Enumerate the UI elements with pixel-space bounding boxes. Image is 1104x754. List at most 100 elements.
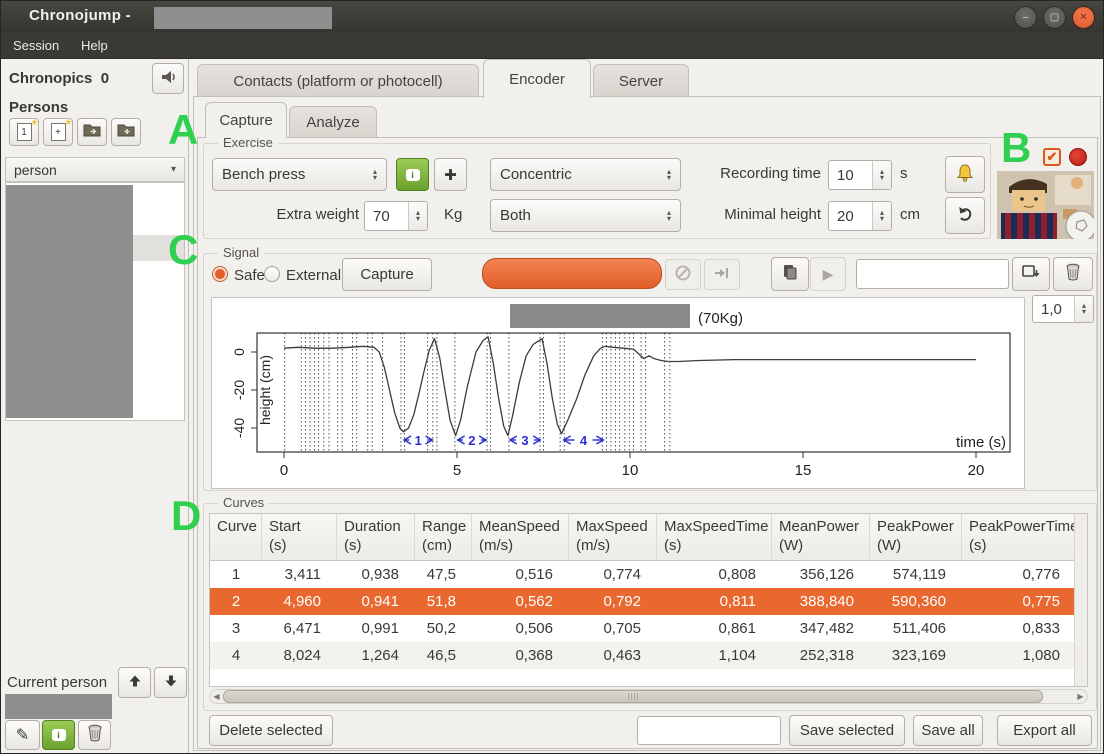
scroll-left-icon[interactable]: ◀ (210, 692, 223, 701)
curve-cell[interactable]: 0,516 (472, 566, 569, 583)
extra-weight-spinner[interactable]: 70 ▴▾ (364, 201, 428, 231)
person-list[interactable] (5, 182, 185, 421)
tab-analyze[interactable]: Analyze (289, 106, 377, 138)
maximize-button[interactable]: ▢ (1043, 6, 1066, 29)
curve-cell[interactable]: 0,938 (337, 566, 415, 583)
tab-capture[interactable]: Capture (205, 102, 287, 138)
cancel-button[interactable] (665, 259, 701, 290)
curve-row[interactable]: 48,0241,26446,50,3680,4631,104252,318323… (210, 642, 1087, 669)
recording-time-spinner[interactable]: 10 ▴▾ (828, 160, 892, 190)
curve-cell[interactable]: 0,991 (337, 620, 415, 637)
curve-cell[interactable]: 8,024 (262, 647, 337, 664)
safe-radio[interactable] (212, 266, 228, 282)
curve-cell[interactable]: 0,941 (337, 593, 415, 610)
curves-horizontal-scrollbar[interactable]: ◀ ▶ (209, 689, 1088, 704)
tab-encoder[interactable]: Encoder (483, 59, 591, 98)
curve-cell[interactable]: 51,8 (415, 593, 472, 610)
safe-radio-label[interactable]: Safe (234, 267, 265, 284)
save-all-button[interactable]: Save all (913, 715, 983, 746)
spinner-arrows-icon[interactable]: ▴▾ (408, 202, 427, 230)
person-delete-button[interactable] (78, 720, 111, 750)
curve-cell[interactable]: 0,562 (472, 593, 569, 610)
column-header[interactable]: PeakPower(W) (870, 514, 962, 560)
tab-contacts[interactable]: Contacts (platform or photocell) (197, 64, 479, 97)
curve-cell[interactable]: 50,2 (415, 620, 472, 637)
curve-cell[interactable]: 47,5 (415, 566, 472, 583)
curve-row[interactable]: 36,4710,99150,20,5060,7050,861347,482511… (210, 615, 1087, 642)
curve-cell[interactable]: 1 (210, 566, 262, 583)
finish-button[interactable] (704, 259, 740, 290)
exercise-add-button[interactable]: ✚ (434, 158, 467, 191)
menu-help[interactable]: Help (81, 38, 108, 53)
column-header[interactable]: MeanPower(W) (772, 514, 870, 560)
curve-row[interactable]: 24,9600,94151,80,5620,7920,811388,840590… (210, 588, 1087, 615)
chronopics-sound-button[interactable] (152, 63, 184, 94)
person-new-button[interactable]: 1★ (9, 118, 39, 146)
curve-cell[interactable]: 1,104 (657, 647, 772, 664)
curve-cell[interactable]: 1,080 (962, 647, 1076, 664)
curves-vertical-scrollbar[interactable] (1074, 514, 1087, 686)
recalculate-button[interactable] (771, 257, 809, 291)
curve-cell[interactable]: 46,5 (415, 647, 472, 664)
person-up-button[interactable] (118, 667, 151, 698)
curve-cell[interactable]: 0,774 (569, 566, 657, 583)
curve-cell[interactable]: 3,411 (262, 566, 337, 583)
graph-zoom-spinner[interactable]: 1,0 ▴▾ (1032, 295, 1094, 323)
column-header[interactable]: MeanSpeed(m/s) (472, 514, 569, 560)
close-button[interactable]: ✕ (1072, 6, 1095, 29)
column-header[interactable]: Curve (210, 514, 262, 560)
curve-cell[interactable]: 2 (210, 593, 262, 610)
curve-cell[interactable]: 0,808 (657, 566, 772, 583)
person-down-button[interactable] (154, 667, 187, 698)
curve-cell[interactable]: 0,792 (569, 593, 657, 610)
capture-button[interactable]: Capture (342, 258, 432, 291)
record-video-checkbox[interactable]: ✔ (1043, 148, 1061, 166)
person-info-button[interactable]: i (42, 720, 75, 750)
person-load-button[interactable] (77, 118, 107, 146)
curve-cell[interactable]: 4 (210, 647, 262, 664)
column-header[interactable]: Start(s) (262, 514, 337, 560)
play-button[interactable]: ▶ (810, 257, 846, 291)
curve-cell[interactable]: 252,318 (772, 647, 870, 664)
curve-cell[interactable]: 0,705 (569, 620, 657, 637)
person-column-header[interactable]: person ▾ (5, 157, 185, 182)
column-header[interactable]: PeakPowerTime(s) (962, 514, 1076, 560)
external-radio[interactable] (264, 266, 280, 282)
curve-cell[interactable]: 0,463 (569, 647, 657, 664)
signal-save-comment-button[interactable] (1012, 257, 1050, 291)
curve-cell[interactable]: 0,861 (657, 620, 772, 637)
curve-cell[interactable]: 590,360 (870, 593, 962, 610)
column-header[interactable]: MaxSpeedTime(s) (657, 514, 772, 560)
curve-row[interactable]: 13,4110,93847,50,5160,7740,808356,126574… (210, 561, 1087, 588)
persons-load-multiple-button[interactable] (111, 118, 141, 146)
curve-cell[interactable]: 388,840 (772, 593, 870, 610)
curve-cell[interactable]: 0,775 (962, 593, 1076, 610)
signal-name-input[interactable] (856, 259, 1009, 289)
save-filename-input[interactable] (637, 716, 781, 745)
undo-button[interactable] (945, 197, 985, 234)
curve-cell[interactable]: 511,406 (870, 620, 962, 637)
curve-cell[interactable]: 0,811 (657, 593, 772, 610)
curve-cell[interactable]: 356,126 (772, 566, 870, 583)
minimize-button[interactable]: – (1014, 6, 1037, 29)
curve-cell[interactable]: 6,471 (262, 620, 337, 637)
curve-cell[interactable]: 3 (210, 620, 262, 637)
curve-cell[interactable]: 0,776 (962, 566, 1076, 583)
delete-selected-button[interactable]: Delete selected (209, 715, 333, 746)
spinner-arrows-icon[interactable]: ▴▾ (1074, 296, 1093, 322)
person-edit-button[interactable]: ✎ (5, 720, 40, 750)
curve-cell[interactable]: 4,960 (262, 593, 337, 610)
curve-cell[interactable]: 0,833 (962, 620, 1076, 637)
scroll-right-icon[interactable]: ▶ (1074, 692, 1087, 701)
contraction-combo[interactable]: Concentric ▴▾ (490, 158, 681, 191)
curve-cell[interactable]: 1,264 (337, 647, 415, 664)
menu-session[interactable]: Session (13, 38, 59, 53)
persons-new-multiple-button[interactable]: +★ (43, 118, 73, 146)
export-all-button[interactable]: Export all (997, 715, 1092, 746)
scrollbar-thumb[interactable] (223, 690, 1043, 703)
column-header[interactable]: Duration(s) (337, 514, 415, 560)
spinner-arrows-icon[interactable]: ▴▾ (872, 202, 891, 230)
column-header[interactable]: Range(cm) (415, 514, 472, 560)
tab-server[interactable]: Server (593, 64, 689, 97)
curve-cell[interactable]: 347,482 (772, 620, 870, 637)
